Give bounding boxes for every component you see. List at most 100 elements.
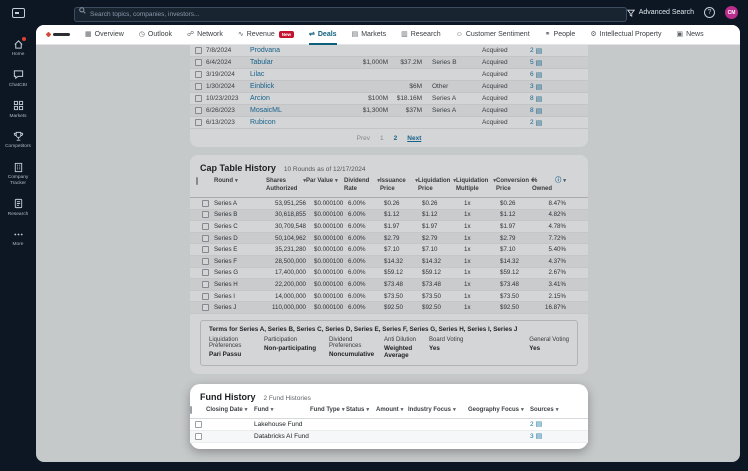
- company-link[interactable]: Arcion: [250, 95, 358, 102]
- row-checkbox[interactable]: [202, 246, 209, 253]
- col-status[interactable]: Status▾: [346, 407, 376, 413]
- row-checkbox[interactable]: [202, 281, 209, 288]
- sidebar-item-competitors[interactable]: Competitors: [0, 125, 36, 156]
- info-icon[interactable]: ⓘ: [555, 178, 561, 193]
- sources-link[interactable]: 8▤: [530, 107, 588, 115]
- row-checkbox[interactable]: [195, 433, 202, 440]
- deal-valuation: $100M: [358, 95, 388, 102]
- sources-link[interactable]: 6▤: [530, 71, 588, 79]
- col-issuance-price[interactable]: Issuance Price▾: [380, 178, 418, 193]
- cap-table-row: Series C 30,709,548 $0.000100 6.00% $1.9…: [190, 221, 588, 233]
- sidebar-item-chatcbi[interactable]: ChatCBI: [0, 64, 36, 95]
- select-all-checkbox[interactable]: [190, 406, 192, 414]
- sidebar-item-company-tracker[interactable]: Company Tracker: [0, 156, 36, 193]
- col-conversion-price[interactable]: Conversion Price▾: [496, 178, 532, 193]
- sources-link[interactable]: 2▤: [530, 119, 588, 127]
- company-link[interactable]: Tabular: [250, 59, 358, 66]
- row-checkbox[interactable]: [195, 71, 202, 78]
- tab-customer-sentiment[interactable]: ☺Customer Sentiment: [456, 25, 530, 45]
- row-checkbox[interactable]: [195, 119, 202, 126]
- row-checkbox[interactable]: [195, 95, 202, 102]
- pagination-prev[interactable]: Prev: [357, 135, 370, 142]
- col-dividend-rate[interactable]: Dividend Rate▾: [344, 178, 380, 193]
- sources-link[interactable]: 5▤: [530, 59, 588, 67]
- sidebar-item-more[interactable]: More: [0, 223, 36, 254]
- col-par-value[interactable]: Par Value▾: [306, 178, 344, 186]
- row-checkbox-cell: [190, 59, 206, 66]
- tab-people[interactable]: ⚭People: [545, 25, 576, 45]
- tab-intellectual-property[interactable]: ⚙Intellectual Property: [590, 25, 661, 45]
- col-closing-date[interactable]: Closing Date▾: [206, 407, 254, 413]
- company-link[interactable]: Einblick: [250, 83, 358, 90]
- tab-label: Outlook: [148, 31, 172, 38]
- col-sources[interactable]: Sources▾: [530, 407, 588, 413]
- tab-research[interactable]: ▥Research: [401, 25, 441, 45]
- sources-link[interactable]: 3▤: [530, 83, 588, 91]
- row-checkbox[interactable]: [195, 83, 202, 90]
- percent-owned: 8.47%: [532, 200, 566, 207]
- pagination-page-1[interactable]: 1: [380, 135, 384, 142]
- col-geography-focus[interactable]: Geography Focus▾: [468, 407, 530, 413]
- row-checkbox-cell: [190, 119, 206, 126]
- deal-date: 6/13/2023: [206, 119, 250, 126]
- tab-revenue[interactable]: ∿RevenueNew: [238, 25, 294, 45]
- tab-outlook[interactable]: ◷Outlook: [139, 25, 172, 45]
- col-label: Geography Focus: [468, 407, 519, 413]
- help-button[interactable]: ?: [704, 7, 715, 18]
- sidebar-item-home[interactable]: Home: [0, 33, 36, 64]
- company-link[interactable]: Lilac: [250, 71, 358, 78]
- sources-link[interactable]: 2▤: [530, 47, 588, 55]
- row-checkbox[interactable]: [195, 421, 202, 428]
- conversion-price: $7.10: [496, 246, 532, 253]
- col-percent-owned[interactable]: % Ownedⓘ▾: [532, 178, 566, 193]
- company-link[interactable]: MosaicML: [250, 107, 358, 114]
- row-checkbox[interactable]: [202, 293, 209, 300]
- col-round[interactable]: Round▾: [214, 178, 266, 186]
- col-fund[interactable]: Fund▾: [254, 407, 310, 413]
- select-all-checkbox[interactable]: [196, 177, 198, 185]
- pagination-page-2-current[interactable]: 2: [394, 135, 398, 142]
- search-input[interactable]: [74, 7, 627, 22]
- row-checkbox[interactable]: [202, 258, 209, 265]
- row-checkbox[interactable]: [202, 304, 209, 311]
- sources-link[interactable]: 8▤: [530, 95, 588, 103]
- col-shares-authorized[interactable]: Shares Authorized▾: [266, 178, 306, 193]
- row-checkbox[interactable]: [195, 107, 202, 114]
- row-checkbox[interactable]: [195, 59, 202, 66]
- row-checkbox[interactable]: [202, 235, 209, 242]
- col-fund-type[interactable]: Fund Type▾: [310, 407, 346, 413]
- col-liquidation-price[interactable]: Liquidation Price▾: [418, 178, 456, 193]
- chevron-down-icon: ▾: [401, 407, 404, 413]
- deal-date: 7/8/2024: [206, 47, 250, 54]
- sidebar-item-markets[interactable]: Markets: [0, 95, 36, 126]
- global-search: [74, 3, 627, 22]
- row-checkbox[interactable]: [195, 47, 202, 54]
- user-avatar[interactable]: CM: [725, 6, 738, 19]
- col-industry-focus[interactable]: Industry Focus▾: [408, 407, 468, 413]
- row-checkbox[interactable]: [202, 223, 209, 230]
- terms-columns: Liquidation Preferences Pari Passu Parti…: [209, 337, 569, 359]
- row-checkbox-cell: [190, 95, 206, 102]
- app-logo[interactable]: [0, 8, 36, 18]
- tab-network[interactable]: ☍Network: [187, 25, 223, 45]
- row-checkbox[interactable]: [202, 200, 209, 207]
- row-checkbox[interactable]: [202, 269, 209, 276]
- col-label: Conversion Price: [496, 178, 529, 193]
- deals-table-card: 7/8/2024 Prodvana Acquired 2▤: [190, 45, 588, 147]
- sources-count: 3: [530, 433, 534, 440]
- company-link[interactable]: Rubicon: [250, 119, 358, 126]
- tab-deals[interactable]: ⇌Deals: [309, 25, 337, 45]
- advanced-search-button[interactable]: Advanced Search: [627, 9, 694, 17]
- sidebar-item-research[interactable]: Research: [0, 193, 36, 224]
- row-checkbox[interactable]: [202, 211, 209, 218]
- sources-link[interactable]: 3▤: [530, 432, 588, 440]
- tab-overview[interactable]: ▦Overview: [85, 25, 124, 45]
- scroll-area[interactable]: 7/8/2024 Prodvana Acquired 2▤: [36, 45, 740, 462]
- col-amount[interactable]: Amount▾: [376, 407, 408, 413]
- tab-markets[interactable]: ▤Markets: [352, 25, 387, 45]
- tab-news[interactable]: ▣News: [676, 25, 703, 45]
- pagination-next[interactable]: Next: [407, 135, 421, 142]
- sources-link[interactable]: 2▤: [530, 420, 588, 428]
- col-liquidation-multiple[interactable]: Liquidation Multiple▾: [456, 178, 496, 193]
- company-link[interactable]: Prodvana: [250, 47, 358, 54]
